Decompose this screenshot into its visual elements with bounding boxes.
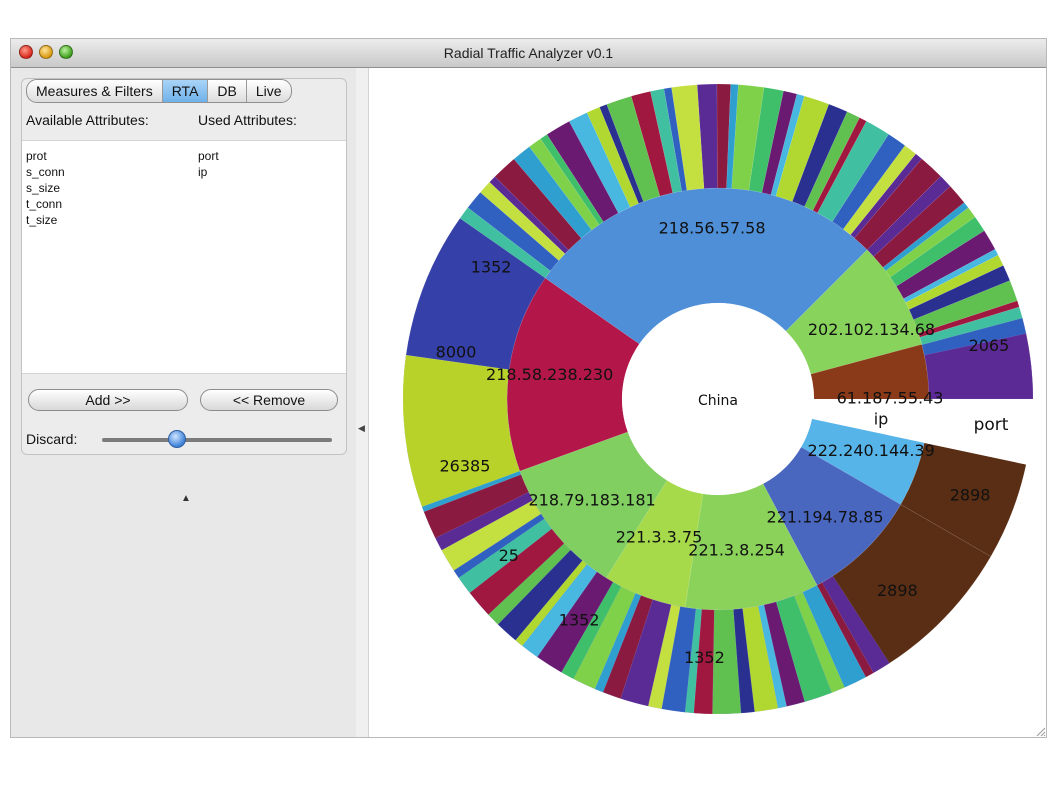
ip-label: 218.79.183.181 <box>528 490 655 509</box>
used-attributes-list: port ip <box>198 148 219 180</box>
discard-slider-knob[interactable] <box>168 430 186 448</box>
available-attributes-header: Available Attributes: <box>26 112 149 128</box>
list-item[interactable]: t_size <box>26 212 65 228</box>
attribute-lists: prot s_conn s_size t_conn t_size port ip <box>22 140 346 374</box>
ip-label: 221.3.8.254 <box>688 540 785 559</box>
ip-label: 218.56.57.58 <box>659 219 766 238</box>
list-item[interactable]: s_size <box>26 180 65 196</box>
ip-label: 222.240.144.39 <box>808 441 935 460</box>
port-label: 1352 <box>559 611 600 630</box>
ip-label: 221.194.78.85 <box>767 507 884 526</box>
port-label: 8000 <box>436 342 477 361</box>
list-item[interactable]: t_conn <box>26 196 65 212</box>
collapse-arrow-icon[interactable]: ▲ <box>181 493 191 504</box>
ring-label-ip: ip <box>874 410 889 429</box>
list-item[interactable]: port <box>198 148 219 164</box>
port-label: 1352 <box>471 258 512 277</box>
port-label: 2898 <box>877 581 918 600</box>
attribute-panel: Measures & Filters RTA DB Live Available… <box>21 78 347 455</box>
available-attributes-list: prot s_conn s_size t_conn t_size <box>26 148 65 228</box>
title-bar: Radial Traffic Analyzer v0.1 <box>11 39 1046 68</box>
tab-measures-filters[interactable]: Measures & Filters <box>27 80 163 102</box>
port-label: 26385 <box>439 456 490 475</box>
window-title: Radial Traffic Analyzer v0.1 <box>443 45 614 61</box>
tab-live[interactable]: Live <box>247 80 291 102</box>
port-label: 2898 <box>950 485 991 504</box>
discard-label: Discard: <box>26 431 78 447</box>
ip-label: 218.58.238.230 <box>486 365 613 384</box>
ip-label: 221.3.3.75 <box>616 527 703 546</box>
discard-slider-track[interactable] <box>102 438 332 442</box>
chart-pane: China 222.240.144.39 221.194.78.85 221.3.8.… <box>369 68 1047 738</box>
add-button[interactable]: Add >> <box>28 389 188 411</box>
split-divider[interactable]: ◀ <box>356 68 369 737</box>
port-label: 1352 <box>684 648 725 667</box>
center-label: China <box>698 393 738 409</box>
port-label: 25 <box>499 546 519 565</box>
tab-db[interactable]: DB <box>208 80 247 102</box>
list-item[interactable]: s_conn <box>26 164 65 180</box>
ip-label: 61.187.55.43 <box>837 389 944 408</box>
tab-bar: Measures & Filters RTA DB Live <box>26 79 292 103</box>
port-label: 2065 <box>969 336 1010 355</box>
remove-button[interactable]: << Remove <box>200 389 338 411</box>
left-sidebar: Measures & Filters RTA DB Live Available… <box>11 68 357 737</box>
used-attributes-header: Used Attributes: <box>198 112 297 128</box>
ip-label: 202.102.134.68 <box>808 320 935 339</box>
app-window: Radial Traffic Analyzer v0.1 Measures & … <box>10 38 1047 738</box>
sunburst-chart[interactable]: China 222.240.144.39 221.194.78.85 221.3.8.… <box>369 68 1047 738</box>
ring-label-port: port <box>974 415 1009 435</box>
split-arrow-icon[interactable]: ◀ <box>358 423 365 434</box>
tab-rta[interactable]: RTA <box>162 80 209 102</box>
resize-grip-icon[interactable] <box>1034 725 1046 737</box>
list-item[interactable]: ip <box>198 164 219 180</box>
list-item[interactable]: prot <box>26 148 65 164</box>
